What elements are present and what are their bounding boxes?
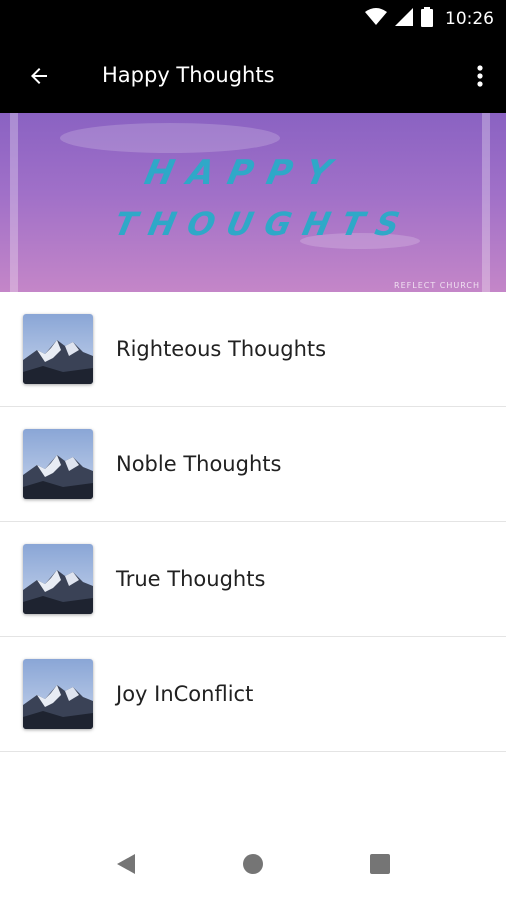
banner-stripe-left xyxy=(10,113,18,292)
nav-home-button[interactable] xyxy=(233,844,273,884)
list-item-label: Noble Thoughts xyxy=(116,452,282,476)
list-item-label: Righteous Thoughts xyxy=(116,337,327,361)
mountain-thumbnail xyxy=(23,314,93,384)
mountain-thumbnail xyxy=(23,659,93,729)
system-nav-bar xyxy=(0,820,506,900)
list-item[interactable]: Joy InConflict xyxy=(0,637,506,752)
home-circle-icon xyxy=(243,854,263,874)
recents-square-icon xyxy=(370,854,390,874)
banner-cloud xyxy=(60,123,280,153)
overflow-menu-button[interactable] xyxy=(468,57,492,95)
nav-recents-button[interactable] xyxy=(360,844,400,884)
signal-icon xyxy=(395,8,413,30)
header-banner: HAPPY THOUGHTS REFLECT CHURCH xyxy=(0,113,506,292)
mountain-thumbnail xyxy=(23,544,93,614)
nav-back-button[interactable] xyxy=(106,844,146,884)
banner-stripe-right xyxy=(482,113,490,292)
banner-title-line2: THOUGHTS xyxy=(111,205,415,243)
status-bar: 10:26 xyxy=(0,0,506,38)
banner-title-line1: HAPPY xyxy=(141,153,349,193)
back-button[interactable] xyxy=(20,57,58,95)
list-item[interactable]: Noble Thoughts xyxy=(0,407,506,522)
more-vert-icon xyxy=(477,65,483,87)
list-item-label: Joy InConflict xyxy=(116,682,254,706)
mountain-thumbnail xyxy=(23,429,93,499)
list-item-label: True Thoughts xyxy=(116,567,266,591)
wifi-icon xyxy=(365,8,387,30)
list-item[interactable]: True Thoughts xyxy=(0,522,506,637)
app-bar: Happy Thoughts xyxy=(0,38,506,113)
status-icons: 10:26 xyxy=(365,7,494,31)
list-item[interactable]: Righteous Thoughts xyxy=(0,292,506,407)
back-triangle-icon xyxy=(117,854,135,874)
thoughts-list: Righteous Thoughts Noble Thoughts True T… xyxy=(0,292,506,752)
status-time: 10:26 xyxy=(445,9,494,29)
church-logo: REFLECT CHURCH xyxy=(394,281,480,290)
battery-icon xyxy=(421,7,433,31)
page-title: Happy Thoughts xyxy=(102,63,275,87)
arrow-left-icon xyxy=(31,68,47,84)
